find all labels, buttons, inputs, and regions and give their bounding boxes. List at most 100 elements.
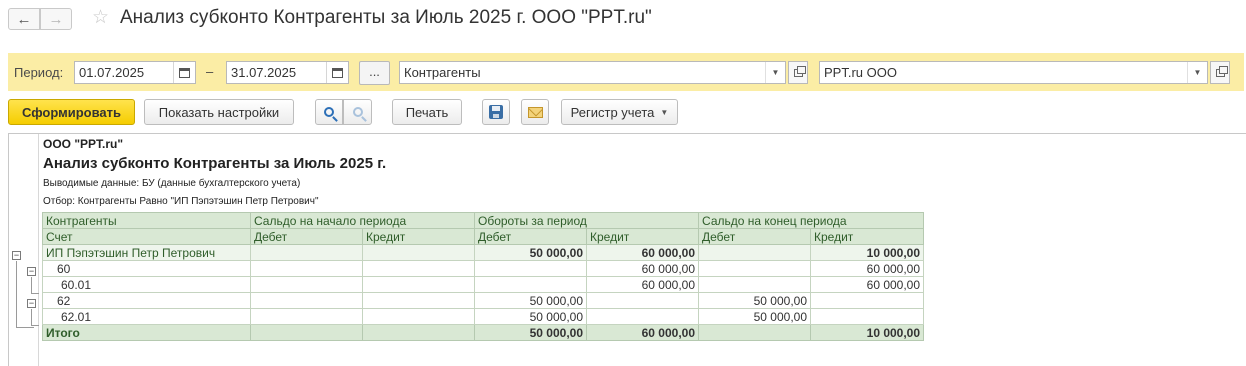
table-total-row[interactable]: Итого 50 000,00 60 000,00 10 000,00 — [42, 324, 925, 341]
print-button[interactable]: Печать — [392, 99, 462, 125]
cell-turnover-credit[interactable] — [585, 308, 700, 325]
register-menu-button[interactable]: Регистр учета ▼ — [561, 99, 678, 125]
period-choose-button[interactable]: ... — [359, 61, 390, 85]
cell-open-debit[interactable] — [250, 244, 363, 261]
cell-open-credit[interactable] — [362, 244, 475, 261]
chevron-down-icon[interactable]: ▼ — [765, 62, 785, 83]
report-area[interactable]: ООО "PPT.ru" Анализ субконто Контрагенты… — [8, 133, 1246, 366]
back-button[interactable]: ← — [8, 8, 40, 30]
period-dash: – — [206, 64, 214, 79]
organization-value: PPT.ru ООО — [824, 65, 897, 80]
cell-turnover-credit[interactable]: 60 000,00 — [585, 324, 700, 341]
cell-close-credit[interactable]: 10 000,00 — [810, 244, 925, 261]
header-cell: Счет — [42, 228, 251, 245]
search-icon — [324, 107, 334, 117]
header-cell: Дебет — [474, 228, 587, 245]
period-label: Период: — [14, 65, 64, 80]
show-settings-button[interactable]: Показать настройки — [144, 99, 294, 125]
cell-close-debit[interactable]: 50 000,00 — [698, 292, 812, 309]
cell-turnover-debit[interactable] — [474, 276, 587, 293]
chevron-down-icon[interactable]: ▼ — [1187, 62, 1207, 83]
row-name[interactable]: 60.01 — [42, 276, 251, 293]
report-output-data: Выводимые данные: БУ (данные бухгалтерск… — [43, 178, 301, 189]
row-name[interactable]: 62 — [42, 292, 251, 309]
forward-button[interactable]: → — [40, 8, 72, 30]
date-from-field[interactable]: 01.07.2025 — [74, 61, 196, 84]
date-from-value: 01.07.2025 — [79, 65, 145, 80]
cell-open-debit[interactable] — [250, 260, 363, 277]
calendar-button[interactable] — [173, 62, 195, 83]
tree-line — [16, 327, 34, 328]
cell-open-credit[interactable] — [362, 324, 475, 341]
tree-line — [31, 293, 39, 294]
row-name[interactable]: 60 — [42, 260, 251, 277]
calendar-button[interactable] — [326, 62, 348, 83]
chevron-down-icon: ▼ — [660, 107, 669, 117]
table-row[interactable]: 62.01 50 000,00 50 000,00 — [42, 308, 925, 325]
cell-close-credit[interactable]: 10 000,00 — [810, 324, 925, 341]
generate-button[interactable]: Сформировать — [8, 99, 135, 125]
star-icon[interactable]: ☆ — [92, 6, 109, 29]
collapse-toggle[interactable]: − — [27, 267, 36, 276]
cell-close-credit[interactable] — [810, 292, 925, 309]
cell-turnover-credit[interactable]: 60 000,00 — [585, 260, 700, 277]
cell-open-credit[interactable] — [362, 308, 475, 325]
row-name[interactable]: ИП Пэпэтэшин Петр Петрович — [42, 244, 251, 261]
subconto-value: Контрагенты — [404, 65, 481, 80]
tree-line — [31, 277, 32, 293]
row-name[interactable]: 62.01 — [42, 308, 251, 325]
header-cell: Сальдо на начало периода — [250, 212, 475, 229]
cell-open-debit[interactable] — [250, 276, 363, 293]
table-row[interactable]: 60.01 60 000,00 60 000,00 — [42, 276, 925, 293]
cell-open-debit[interactable] — [250, 324, 363, 341]
collapse-toggle[interactable]: − — [12, 251, 21, 260]
collapse-toggle[interactable]: − — [27, 299, 36, 308]
cell-close-credit[interactable]: 60 000,00 — [810, 260, 925, 277]
table-row[interactable]: ИП Пэпэтэшин Петр Петрович 50 000,00 60 … — [42, 244, 925, 261]
table-row[interactable]: 60 60 000,00 60 000,00 — [42, 260, 925, 277]
envelope-icon — [527, 106, 543, 118]
header-cell: Кредит — [585, 228, 700, 245]
report-filter: Отбор: Контрагенты Равно "ИП Пэпэтэшин П… — [43, 196, 319, 207]
search-cancel-button[interactable] — [343, 99, 372, 125]
cell-turnover-credit[interactable]: 60 000,00 — [585, 244, 700, 261]
cell-close-credit[interactable]: 60 000,00 — [810, 276, 925, 293]
open-organization-button[interactable] — [1210, 61, 1230, 84]
floppy-disk-icon — [489, 105, 503, 119]
cell-close-credit[interactable] — [810, 308, 925, 325]
register-menu-label: Регистр учета — [570, 104, 655, 120]
cell-open-debit[interactable] — [250, 292, 363, 309]
cell-turnover-debit[interactable]: 50 000,00 — [474, 292, 587, 309]
open-icon — [1215, 65, 1228, 77]
date-to-value: 31.07.2025 — [231, 65, 297, 80]
send-email-button[interactable] — [521, 99, 549, 125]
table-header-row: Счет Дебет Кредит Дебет Кредит Дебет Кре… — [42, 228, 925, 245]
search-button[interactable] — [315, 99, 343, 125]
cell-open-credit[interactable] — [362, 260, 475, 277]
cell-open-credit[interactable] — [362, 292, 475, 309]
cell-open-credit[interactable] — [362, 276, 475, 293]
table-row[interactable]: 62 50 000,00 50 000,00 — [42, 292, 925, 309]
cell-turnover-debit[interactable]: 50 000,00 — [474, 324, 587, 341]
cell-close-debit[interactable] — [698, 260, 812, 277]
date-to-field[interactable]: 31.07.2025 — [226, 61, 349, 84]
save-button[interactable] — [482, 99, 510, 125]
header-cell: Контрагенты — [42, 212, 251, 229]
organization-select[interactable]: PPT.ru ООО ▼ — [819, 61, 1208, 84]
cell-close-debit[interactable] — [698, 276, 812, 293]
cell-turnover-debit[interactable]: 50 000,00 — [474, 244, 587, 261]
header-cell: Кредит — [810, 228, 925, 245]
open-subconto-button[interactable] — [788, 61, 808, 84]
cell-turnover-credit[interactable]: 60 000,00 — [585, 276, 700, 293]
cell-close-debit[interactable] — [698, 244, 812, 261]
cell-close-debit[interactable]: 50 000,00 — [698, 308, 812, 325]
cell-turnover-credit[interactable] — [585, 292, 700, 309]
page-title: Анализ субконто Контрагенты за Июль 2025… — [120, 7, 652, 28]
cell-close-debit[interactable] — [698, 324, 812, 341]
calendar-icon — [179, 67, 190, 78]
cell-turnover-debit[interactable]: 50 000,00 — [474, 308, 587, 325]
cell-turnover-debit[interactable] — [474, 260, 587, 277]
total-label[interactable]: Итого — [42, 324, 251, 341]
subconto-select[interactable]: Контрагенты ▼ — [399, 61, 786, 84]
cell-open-debit[interactable] — [250, 308, 363, 325]
